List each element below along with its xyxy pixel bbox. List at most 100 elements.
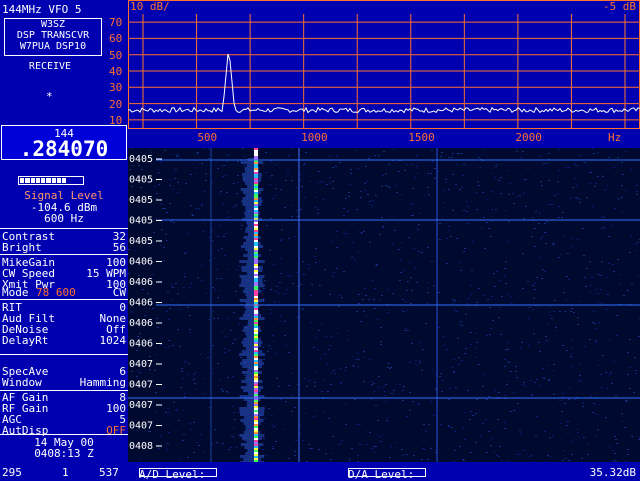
noise-speck bbox=[611, 383, 613, 384]
noise-speck bbox=[195, 389, 197, 390]
noise-speck bbox=[635, 370, 637, 371]
waterfall-display[interactable]: 0405 0405 0405 0405 0405 0406 0406 0406 0406 0406… bbox=[128, 148, 640, 464]
noise-speck bbox=[440, 373, 442, 374]
noise-speck bbox=[402, 400, 404, 401]
noise-speck bbox=[546, 340, 548, 341]
noise-speck bbox=[507, 349, 509, 350]
noise-speck bbox=[364, 288, 366, 289]
noise-speck bbox=[610, 372, 612, 373]
noise-speck bbox=[316, 337, 318, 338]
noise-speck bbox=[406, 164, 408, 165]
setting-window[interactable]: Window Hamming bbox=[2, 377, 126, 388]
spectrum-display[interactable]: 10 dB/-5 dB 500 1000 1500 2000 Hz bbox=[127, 0, 640, 148]
noise-speck bbox=[614, 208, 616, 209]
noise-speck bbox=[544, 223, 546, 224]
noise-speck bbox=[244, 375, 246, 376]
noise-speck bbox=[270, 289, 272, 290]
noise-speck bbox=[563, 292, 565, 293]
noise-speck bbox=[475, 347, 477, 348]
noise-speck bbox=[485, 419, 487, 420]
carrier-trace bbox=[254, 238, 258, 240]
noise-speck bbox=[570, 339, 572, 340]
noise-speck bbox=[454, 450, 456, 451]
noise-speck bbox=[309, 181, 311, 182]
noise-speck bbox=[621, 421, 623, 422]
noise-speck bbox=[484, 374, 486, 375]
noise-speck bbox=[610, 225, 612, 226]
noise-speck bbox=[347, 330, 349, 331]
noise-speck bbox=[360, 197, 362, 198]
noise-speck bbox=[172, 299, 174, 300]
carrier-trace bbox=[254, 412, 258, 414]
noise-speck bbox=[369, 359, 371, 360]
noise-speck bbox=[384, 395, 386, 396]
noise-speck bbox=[208, 319, 210, 320]
carrier-trace bbox=[254, 214, 258, 216]
mode-setting[interactable]: Mode 78 600 CW bbox=[2, 287, 126, 298]
noise-speck bbox=[470, 452, 472, 453]
noise-speck bbox=[226, 391, 228, 392]
noise-speck bbox=[491, 296, 493, 297]
noise-speck bbox=[204, 191, 206, 192]
noise-speck bbox=[332, 241, 334, 242]
noise-speck bbox=[284, 207, 286, 208]
carrier-trace bbox=[254, 320, 258, 322]
noise-speck bbox=[617, 157, 619, 158]
noise-speck bbox=[378, 155, 380, 156]
noise-speck bbox=[217, 168, 219, 169]
signal-glow bbox=[242, 437, 262, 440]
noise-speck bbox=[580, 381, 582, 382]
noise-speck bbox=[535, 211, 537, 212]
noise-speck bbox=[264, 418, 266, 419]
noise-speck bbox=[172, 189, 174, 190]
noise-speck bbox=[541, 278, 543, 279]
carrier-trace bbox=[254, 250, 258, 252]
noise-speck bbox=[433, 285, 435, 286]
noise-speck bbox=[190, 429, 192, 430]
noise-speck bbox=[486, 452, 488, 453]
noise-speck bbox=[384, 391, 386, 392]
noise-speck bbox=[271, 162, 273, 163]
noise-speck bbox=[291, 180, 293, 181]
noise-speck bbox=[617, 198, 619, 199]
meter-segment bbox=[25, 178, 30, 183]
noise-speck bbox=[482, 192, 484, 193]
noise-speck bbox=[417, 403, 419, 404]
noise-speck bbox=[394, 230, 396, 231]
signal-glow bbox=[240, 188, 264, 191]
noise-speck bbox=[448, 226, 450, 227]
noise-speck bbox=[476, 192, 478, 193]
carrier-trace bbox=[254, 230, 258, 232]
noise-speck bbox=[422, 448, 424, 449]
noise-speck bbox=[306, 386, 308, 387]
noise-speck bbox=[629, 367, 631, 368]
noise-speck bbox=[281, 229, 283, 230]
frequency-display[interactable]: 144 .284070 bbox=[1, 125, 127, 161]
noise-speck bbox=[287, 173, 289, 174]
noise-speck bbox=[183, 410, 185, 411]
noise-speck bbox=[545, 336, 547, 337]
noise-speck bbox=[225, 233, 227, 234]
noise-speck bbox=[442, 336, 444, 337]
noise-speck bbox=[615, 461, 617, 462]
x-unit-label: Hz bbox=[608, 131, 621, 144]
noise-speck bbox=[237, 182, 239, 183]
carrier-trace bbox=[254, 174, 258, 176]
carrier-trace bbox=[254, 334, 258, 336]
noise-speck bbox=[271, 415, 273, 416]
noise-speck bbox=[541, 185, 543, 186]
noise-speck bbox=[238, 323, 240, 324]
noise-speck bbox=[369, 201, 371, 202]
noise-speck bbox=[600, 289, 602, 290]
setting-bright[interactable]: Bright 56 bbox=[2, 242, 126, 253]
noise-speck bbox=[452, 153, 454, 154]
noise-speck bbox=[189, 287, 191, 288]
noise-speck bbox=[523, 450, 525, 451]
setting-delayrt[interactable]: DelayRt 1024 bbox=[2, 335, 126, 346]
noise-speck bbox=[153, 232, 155, 233]
noise-speck bbox=[308, 444, 310, 445]
noise-speck bbox=[549, 306, 551, 307]
carrier-trace bbox=[254, 168, 258, 170]
noise-speck bbox=[476, 209, 478, 210]
noise-speck bbox=[296, 210, 298, 211]
